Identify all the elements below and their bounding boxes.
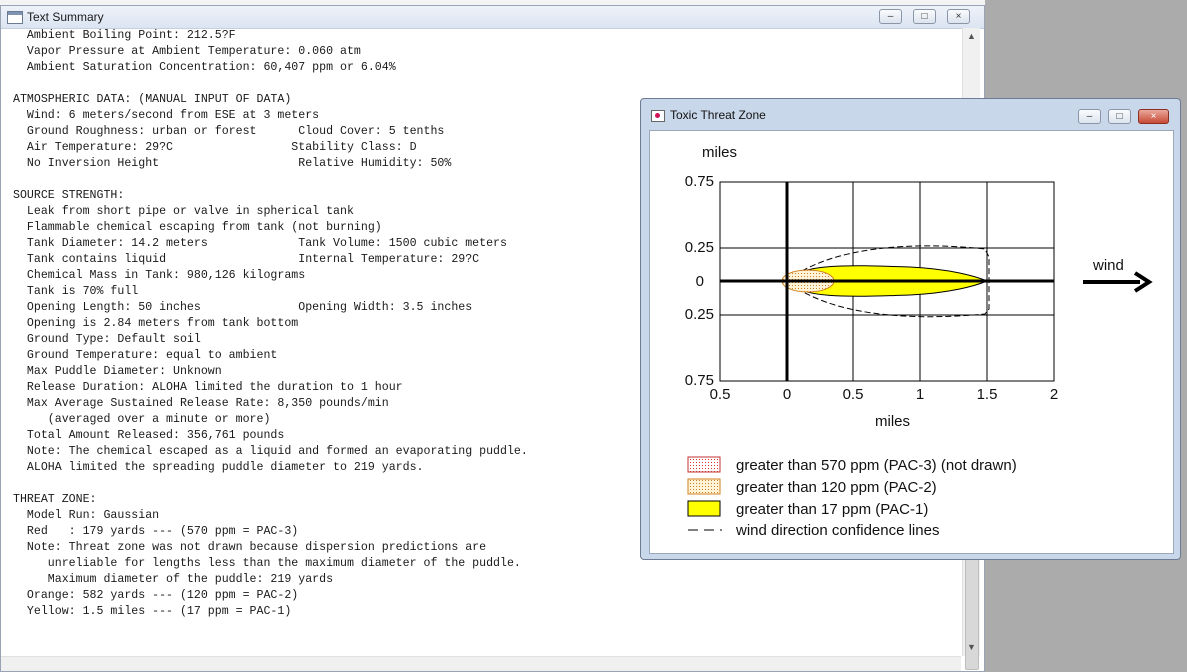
minimize-button[interactable]: – <box>1078 109 1101 124</box>
summary-line: Maximum diameter of the puddle: 219 yard… <box>13 573 334 586</box>
threat-zone-plot-area: miles miles 0.75 0.25 0 0.25 0.75 0.5 0 … <box>649 130 1174 554</box>
threat-zone-window: Toxic Threat Zone – □ × miles miles 0.75 <box>640 98 1181 560</box>
summary-line: Flammable chemical escaping from tank (n… <box>13 221 382 234</box>
y-tick-label: 0 <box>696 273 704 290</box>
summary-line: Yellow: 1.5 miles --- (17 ppm = PAC-1) <box>13 605 292 618</box>
summary-line: No Inversion Height Relative Humidity: 5… <box>13 157 452 170</box>
y-tick-label: 0.75 <box>685 173 714 190</box>
summary-line: Ground Roughness: urban or forest Cloud … <box>13 125 445 138</box>
minimize-button[interactable]: – <box>879 9 902 24</box>
x-axis-unit-label: miles <box>875 413 910 430</box>
summary-line: ATMOSPHERIC DATA: (MANUAL INPUT OF DATA) <box>13 93 292 106</box>
x-tick-label: 1 <box>916 386 924 403</box>
summary-line: Chemical Mass in Tank: 980,126 kilograms <box>13 269 306 282</box>
legend-label: greater than 17 ppm (PAC-1) <box>736 501 928 518</box>
legend: greater than 570 ppm (PAC-3) (not drawn)… <box>687 456 1017 539</box>
maximize-button[interactable]: □ <box>1108 109 1131 124</box>
window-icon <box>651 110 665 122</box>
summary-line: Tank Diameter: 14.2 meters Tank Volume: … <box>13 237 507 250</box>
legend-swatch-pac3 <box>687 456 721 473</box>
summary-line: Ambient Boiling Point: 212.5?F <box>13 29 236 42</box>
legend-swatch-pac1 <box>687 500 721 517</box>
summary-line: Ambient Saturation Concentration: 60,407… <box>13 61 396 74</box>
summary-line: Max Average Sustained Release Rate: 8,35… <box>13 397 389 410</box>
scroll-down-arrow-icon[interactable]: ▼ <box>963 639 980 656</box>
summary-line: Leak from short pipe or valve in spheric… <box>13 205 354 218</box>
summary-line: Note: The chemical escaped as a liquid a… <box>13 445 528 458</box>
summary-line: Opening Length: 50 inches Opening Width:… <box>13 301 473 314</box>
wind-label: wind <box>1092 257 1124 274</box>
wind-arrow-icon <box>1083 271 1153 293</box>
window-title: Text Summary <box>27 10 104 24</box>
x-tick-label: 0 <box>783 386 791 403</box>
summary-line: ALOHA limited the spreading puddle diame… <box>13 461 424 474</box>
x-tick-label: 1.5 <box>977 386 998 403</box>
summary-line: Orange: 582 yards --- (120 ppm = PAC-2) <box>13 589 299 602</box>
close-button[interactable]: × <box>1138 109 1169 124</box>
y-tick-label: 0.25 <box>685 306 714 323</box>
y-tick-labels: 0.75 0.25 0 0.25 0.75 <box>685 173 714 389</box>
threat-zone-svg: miles miles 0.75 0.25 0 0.25 0.75 0.5 0 … <box>685 144 1153 539</box>
summary-line: Ground Temperature: equal to ambient <box>13 349 278 362</box>
x-tick-label: 0.5 <box>710 386 731 403</box>
summary-line: (averaged over a minute or more) <box>13 413 271 426</box>
summary-line: Ground Type: Default soil <box>13 333 201 346</box>
close-button[interactable]: × <box>947 9 970 24</box>
legend-label: wind direction confidence lines <box>735 522 939 539</box>
summary-line: Wind: 6 meters/second from ESE at 3 mete… <box>13 109 320 122</box>
scroll-up-arrow-icon[interactable]: ▲ <box>963 28 980 45</box>
summary-line: unreliable for lengths less than the max… <box>13 557 521 570</box>
legend-label: greater than 120 ppm (PAC-2) <box>736 479 937 496</box>
x-tick-label: 2 <box>1050 386 1058 403</box>
summary-line: SOURCE STRENGTH: <box>13 189 125 202</box>
summary-line: Note: Threat zone was not drawn because … <box>13 541 487 554</box>
summary-line: Model Run: Gaussian <box>13 509 160 522</box>
summary-line: Air Temperature: 29?C Stability Class: D <box>13 141 417 154</box>
summary-line: Opening is 2.84 meters from tank bottom <box>13 317 299 330</box>
summary-line: Red : 179 yards --- (570 ppm = PAC-3) <box>13 525 299 538</box>
x-tick-labels: 0.5 0 0.5 1 1.5 2 <box>710 386 1059 403</box>
summary-line: THREAT ZONE: <box>13 493 97 506</box>
summary-line: Max Puddle Diameter: Unknown <box>13 365 222 378</box>
summary-line: Vapor Pressure at Ambient Temperature: 0… <box>13 45 361 58</box>
summary-line: Release Duration: ALOHA limited the dura… <box>13 381 403 394</box>
legend-swatch-pac2 <box>687 478 721 495</box>
summary-line: Total Amount Released: 356,761 pounds <box>13 429 285 442</box>
summary-line: Tank contains liquid Internal Temperatur… <box>13 253 480 266</box>
y-tick-label: 0.25 <box>685 239 714 256</box>
window-title: Toxic Threat Zone <box>670 108 766 122</box>
maximize-button[interactable]: □ <box>913 9 936 24</box>
x-tick-label: 0.5 <box>843 386 864 403</box>
summary-line: Tank is 70% full <box>13 285 139 298</box>
text-summary-titlebar[interactable]: Text Summary – □ × <box>1 6 984 29</box>
window-icon <box>7 11 23 24</box>
legend-label: greater than 570 ppm (PAC-3) (not drawn) <box>736 457 1017 474</box>
y-axis-unit-label: miles <box>702 144 737 161</box>
threat-zone-titlebar[interactable]: Toxic Threat Zone – □ × <box>641 99 1180 127</box>
horizontal-scrollbar[interactable] <box>1 656 961 671</box>
